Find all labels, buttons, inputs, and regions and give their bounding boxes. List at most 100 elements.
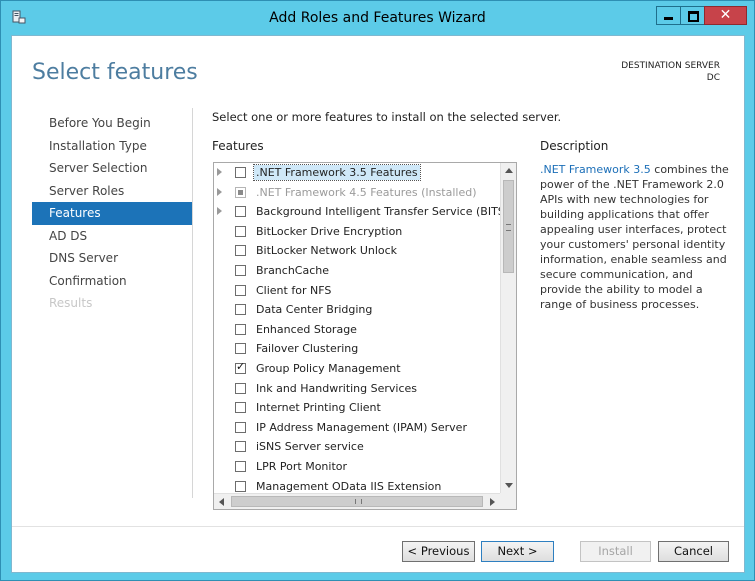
feature-row[interactable]: Failover Clustering [214, 339, 500, 359]
previous-button[interactable]: < Previous [402, 541, 475, 562]
features-tree[interactable]: .NET Framework 3.5 Features .NET Framewor… [213, 162, 517, 510]
window-title: Add Roles and Features Wizard [269, 10, 486, 26]
feature-label: IP Address Management (IPAM) Server [256, 420, 467, 434]
footer-divider [12, 526, 744, 527]
feature-checkbox[interactable] [235, 304, 246, 316]
vertical-scrollbar[interactable] [500, 163, 516, 493]
feature-label: iSNS Server service [256, 440, 364, 454]
scroll-left-icon[interactable] [219, 498, 224, 506]
feature-row[interactable]: BitLocker Network Unlock [214, 241, 500, 261]
nav-item-features[interactable]: Features [32, 202, 192, 225]
feature-row[interactable]: Background Intelligent Transfer Service … [214, 202, 500, 222]
feature-row[interactable]: LPR Port Monitor [214, 457, 500, 477]
feature-label: Background Intelligent Transfer Service … [256, 205, 500, 219]
nav-item-server-selection[interactable]: Server Selection [32, 157, 192, 180]
feature-row[interactable]: BranchCache [214, 261, 500, 281]
features-list: .NET Framework 3.5 Features .NET Framewor… [214, 163, 500, 493]
minimize-button[interactable] [656, 6, 681, 25]
destination-server-name: DC [706, 73, 720, 83]
feature-label: .NET Framework 4.5 Features (Installed) [256, 185, 477, 199]
feature-label: Management OData IIS Extension [256, 479, 442, 493]
destination-server: DESTINATION SERVER DC [621, 60, 720, 84]
feature-checkbox[interactable] [235, 245, 246, 257]
instruction-text: Select one or more features to install o… [212, 110, 562, 124]
feature-row[interactable]: BitLocker Drive Encryption [214, 222, 500, 242]
feature-checkbox[interactable] [235, 343, 246, 355]
features-heading: Features [212, 139, 264, 153]
feature-checkbox[interactable] [235, 167, 246, 178]
scroll-down-icon[interactable] [505, 483, 513, 488]
nav-divider [192, 108, 193, 498]
feature-checkbox[interactable] [235, 382, 246, 394]
feature-checkbox[interactable] [235, 480, 246, 492]
feature-label: Client for NFS [256, 283, 332, 297]
feature-checkbox[interactable] [235, 441, 246, 453]
page-title: Select features [32, 60, 198, 85]
feature-row[interactable]: .NET Framework 3.5 Features [214, 163, 500, 183]
feature-row[interactable]: Enhanced Storage [214, 320, 500, 340]
feature-checkbox[interactable] [235, 206, 246, 218]
vertical-scroll-thumb[interactable] [503, 180, 514, 273]
nav-item-confirmation[interactable]: Confirmation [32, 270, 192, 293]
description-link[interactable]: .NET Framework 3.5 [540, 163, 651, 176]
feature-checkbox[interactable] [235, 264, 246, 276]
install-button[interactable]: Install [580, 541, 651, 562]
feature-row[interactable]: IP Address Management (IPAM) Server [214, 418, 500, 438]
feature-label: Ink and Handwriting Services [256, 381, 418, 395]
close-icon: ✕ [719, 7, 732, 23]
description-text: .NET Framework 3.5 combines the power of… [540, 162, 730, 312]
feature-checkbox[interactable] [235, 360, 246, 374]
description-body: combines the power of the .NET Framework… [540, 163, 729, 311]
nav-item-before-you-begin[interactable]: Before You Begin [32, 112, 192, 135]
title-bar[interactable]: Add Roles and Features Wizard ✕ [1, 1, 754, 35]
feature-row[interactable]: Ink and Handwriting Services [214, 379, 500, 399]
nav-item-installation-type[interactable]: Installation Type [32, 135, 192, 158]
cancel-button[interactable]: Cancel [658, 541, 729, 562]
feature-row[interactable]: Group Policy Management [214, 359, 500, 379]
feature-row[interactable]: Client for NFS [214, 281, 500, 301]
feature-label: Failover Clustering [256, 342, 359, 356]
wizard-nav: Before You Begin Installation Type Server … [32, 112, 192, 315]
nav-item-ad-ds[interactable]: AD DS [32, 225, 192, 248]
destination-label: DESTINATION SERVER [621, 61, 720, 71]
feature-checkbox[interactable] [235, 284, 246, 296]
expand-arrow-icon[interactable] [217, 207, 222, 216]
close-button[interactable]: ✕ [704, 6, 747, 25]
wizard-body: Select features DESTINATION SERVER DC Be… [11, 35, 745, 573]
feature-label: BitLocker Network Unlock [256, 244, 398, 258]
feature-checkbox[interactable] [235, 460, 246, 472]
expand-arrow-icon[interactable] [217, 168, 222, 176]
feature-checkbox[interactable] [235, 323, 246, 335]
scrollbar-corner [500, 493, 516, 509]
minimize-icon [664, 17, 673, 20]
feature-row[interactable]: Management OData IIS Extension [214, 477, 500, 494]
feature-label: LPR Port Monitor [256, 459, 348, 473]
maximize-button[interactable] [680, 6, 705, 25]
feature-row[interactable]: Data Center Bridging [214, 300, 500, 320]
grip-icon [506, 224, 511, 231]
nav-item-server-roles[interactable]: Server Roles [32, 180, 192, 203]
horizontal-scroll-thumb[interactable] [231, 496, 483, 507]
scroll-right-icon[interactable] [490, 498, 495, 506]
description-heading: Description [540, 139, 609, 153]
feature-checkbox[interactable] [235, 421, 246, 433]
scroll-up-icon[interactable] [505, 168, 513, 173]
feature-label: Group Policy Management [256, 361, 401, 375]
next-button[interactable]: Next > [481, 541, 554, 562]
feature-checkbox[interactable] [235, 225, 246, 237]
expand-arrow-icon[interactable] [217, 187, 222, 196]
nav-item-results: Results [49, 296, 93, 310]
feature-label: Data Center Bridging [256, 303, 373, 317]
feature-row[interactable]: .NET Framework 4.5 Features (Installed) [214, 183, 500, 203]
feature-label: BranchCache [256, 263, 330, 277]
feature-label: BitLocker Drive Encryption [256, 224, 403, 238]
maximize-icon [688, 11, 699, 22]
feature-checkbox[interactable] [235, 402, 246, 414]
horizontal-scrollbar[interactable] [214, 493, 500, 509]
feature-label: .NET Framework 3.5 Features [253, 164, 421, 181]
grip-icon [355, 499, 362, 504]
nav-item-dns-server[interactable]: DNS Server [32, 247, 192, 270]
feature-row[interactable]: iSNS Server service [214, 437, 500, 457]
feature-label: Internet Printing Client [256, 401, 381, 415]
feature-row[interactable]: Internet Printing Client [214, 398, 500, 418]
